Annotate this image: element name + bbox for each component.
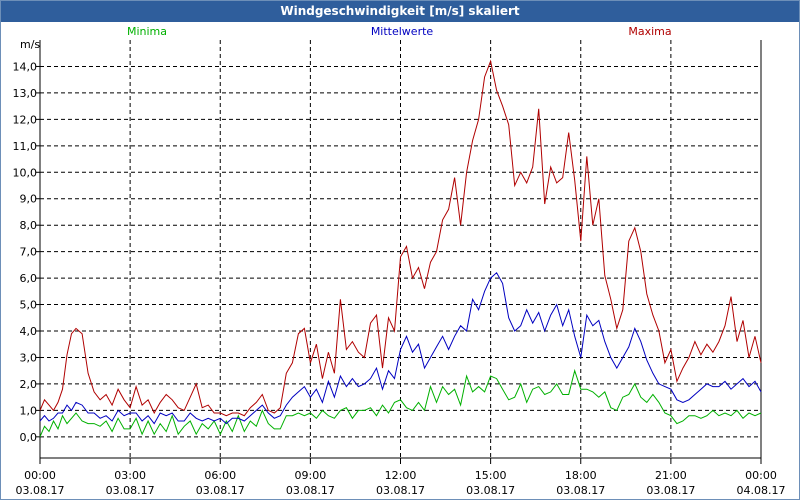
y-tick-label: 13,0 (13, 87, 38, 100)
y-tick-label: 14,0 (13, 60, 38, 73)
chart-area: 0,0 1,0 2,0 3,0 4,0 5,0 6,0 7,0 8,0 9,0 10,0 11,0 12… (13, 25, 786, 497)
legend-mittelwerte: Mittelwerte (371, 25, 434, 38)
y-tick-label: 8,0 (20, 219, 38, 232)
legend-maxima: Maxima (628, 25, 671, 38)
x-tick-time: 21:00 (655, 469, 687, 482)
x-tick-date: 03.08.17 (466, 484, 515, 497)
y-tick-labels: 0,0 1,0 2,0 3,0 4,0 5,0 6,0 7,0 8,0 9,0 10,0 11,0 12… (13, 60, 38, 443)
x-tick-date: 03.08.17 (556, 484, 605, 497)
x-tick-time: 03:00 (114, 469, 146, 482)
y-tick-label: 0,0 (20, 431, 38, 444)
y-tick-label: 6,0 (20, 272, 38, 285)
y-tick-label: 3,0 (20, 351, 38, 364)
y-tick-label: 4,0 (20, 325, 38, 338)
x-tick-time: 12:00 (385, 469, 417, 482)
y-tick-label: 7,0 (20, 246, 38, 259)
x-tick-time: 06:00 (204, 469, 236, 482)
legend: Minima Mittelwerte Maxima (127, 25, 672, 38)
x-tick-date: 03.08.17 (196, 484, 245, 497)
x-tick-date: 03.08.17 (286, 484, 335, 497)
legend-minima: Minima (127, 25, 167, 38)
x-tick-time: 00:00 (24, 469, 56, 482)
y-tick-label: 2,0 (20, 378, 38, 391)
y-tick-label: 9,0 (20, 193, 38, 206)
x-tick-date: 03.08.17 (376, 484, 425, 497)
x-tick-time: 18:00 (565, 469, 597, 482)
x-tick-date: 03.08.17 (106, 484, 155, 497)
x-tick-date: 03.08.17 (646, 484, 695, 497)
x-tick-time: 00:00 (745, 469, 777, 482)
y-axis-unit: m/s (20, 38, 40, 51)
x-tick-date: 03.08.17 (16, 484, 65, 497)
x-tick-date: 04.08.17 (737, 484, 786, 497)
y-tick-label: 10,0 (13, 166, 38, 179)
y-tick-label: 1,0 (20, 404, 38, 417)
x-tick-time: 09:00 (295, 469, 327, 482)
x-tick-labels: 00:00 03.08.17 03:00 03.08.17 06:00 03.08.17 0… (16, 469, 786, 497)
x-tick-time: 15:00 (475, 469, 507, 482)
y-tick-label: 11,0 (13, 140, 38, 153)
y-tick-label: 5,0 (20, 299, 38, 312)
y-tick-label: 12,0 (13, 113, 38, 126)
